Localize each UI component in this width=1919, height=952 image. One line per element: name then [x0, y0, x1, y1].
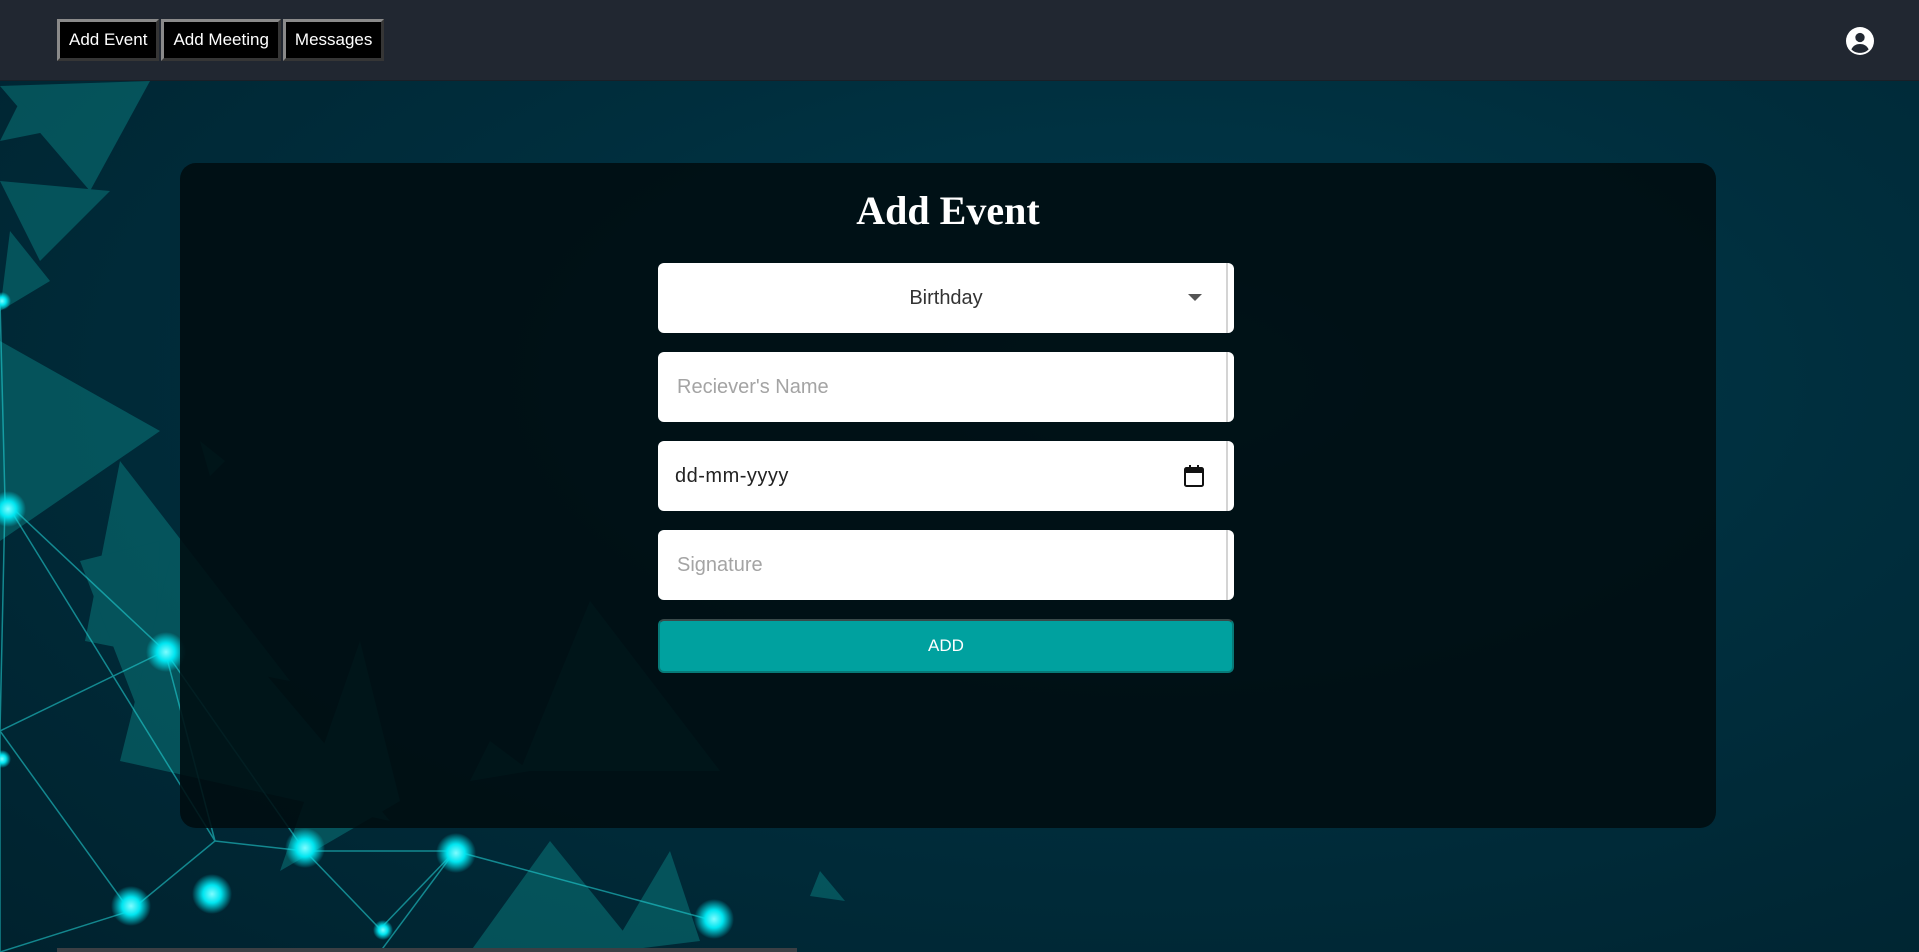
receiver-name-input[interactable] — [675, 374, 1199, 400]
calendar-icon[interactable] — [1184, 465, 1204, 487]
signature-input[interactable] — [675, 552, 1199, 578]
page-title: Add Event — [856, 188, 1040, 233]
event-type-select[interactable]: Birthday — [658, 263, 1234, 333]
receiver-name-field[interactable] — [658, 352, 1234, 422]
nav-messages-button[interactable]: Messages — [282, 19, 385, 61]
add-event-card: Add Event Birthday dd-mm-yyyy ADD — [180, 163, 1716, 828]
account-circle-icon[interactable] — [1846, 27, 1874, 55]
signature-field[interactable] — [658, 530, 1234, 600]
horizontal-scrollbar[interactable] — [57, 948, 797, 952]
add-button[interactable]: ADD — [658, 619, 1234, 673]
nav-menu: Add Event Add Meeting Messages — [57, 19, 385, 61]
date-field[interactable]: dd-mm-yyyy — [658, 441, 1234, 511]
top-navigation-bar: Add Event Add Meeting Messages — [0, 0, 1919, 81]
nav-add-event-button[interactable]: Add Event — [57, 19, 160, 61]
chevron-down-icon[interactable] — [1188, 294, 1202, 301]
nav-add-meeting-button[interactable]: Add Meeting — [161, 19, 281, 61]
event-type-selected-value: Birthday — [909, 286, 983, 309]
date-input[interactable]: dd-mm-yyyy — [675, 465, 789, 488]
